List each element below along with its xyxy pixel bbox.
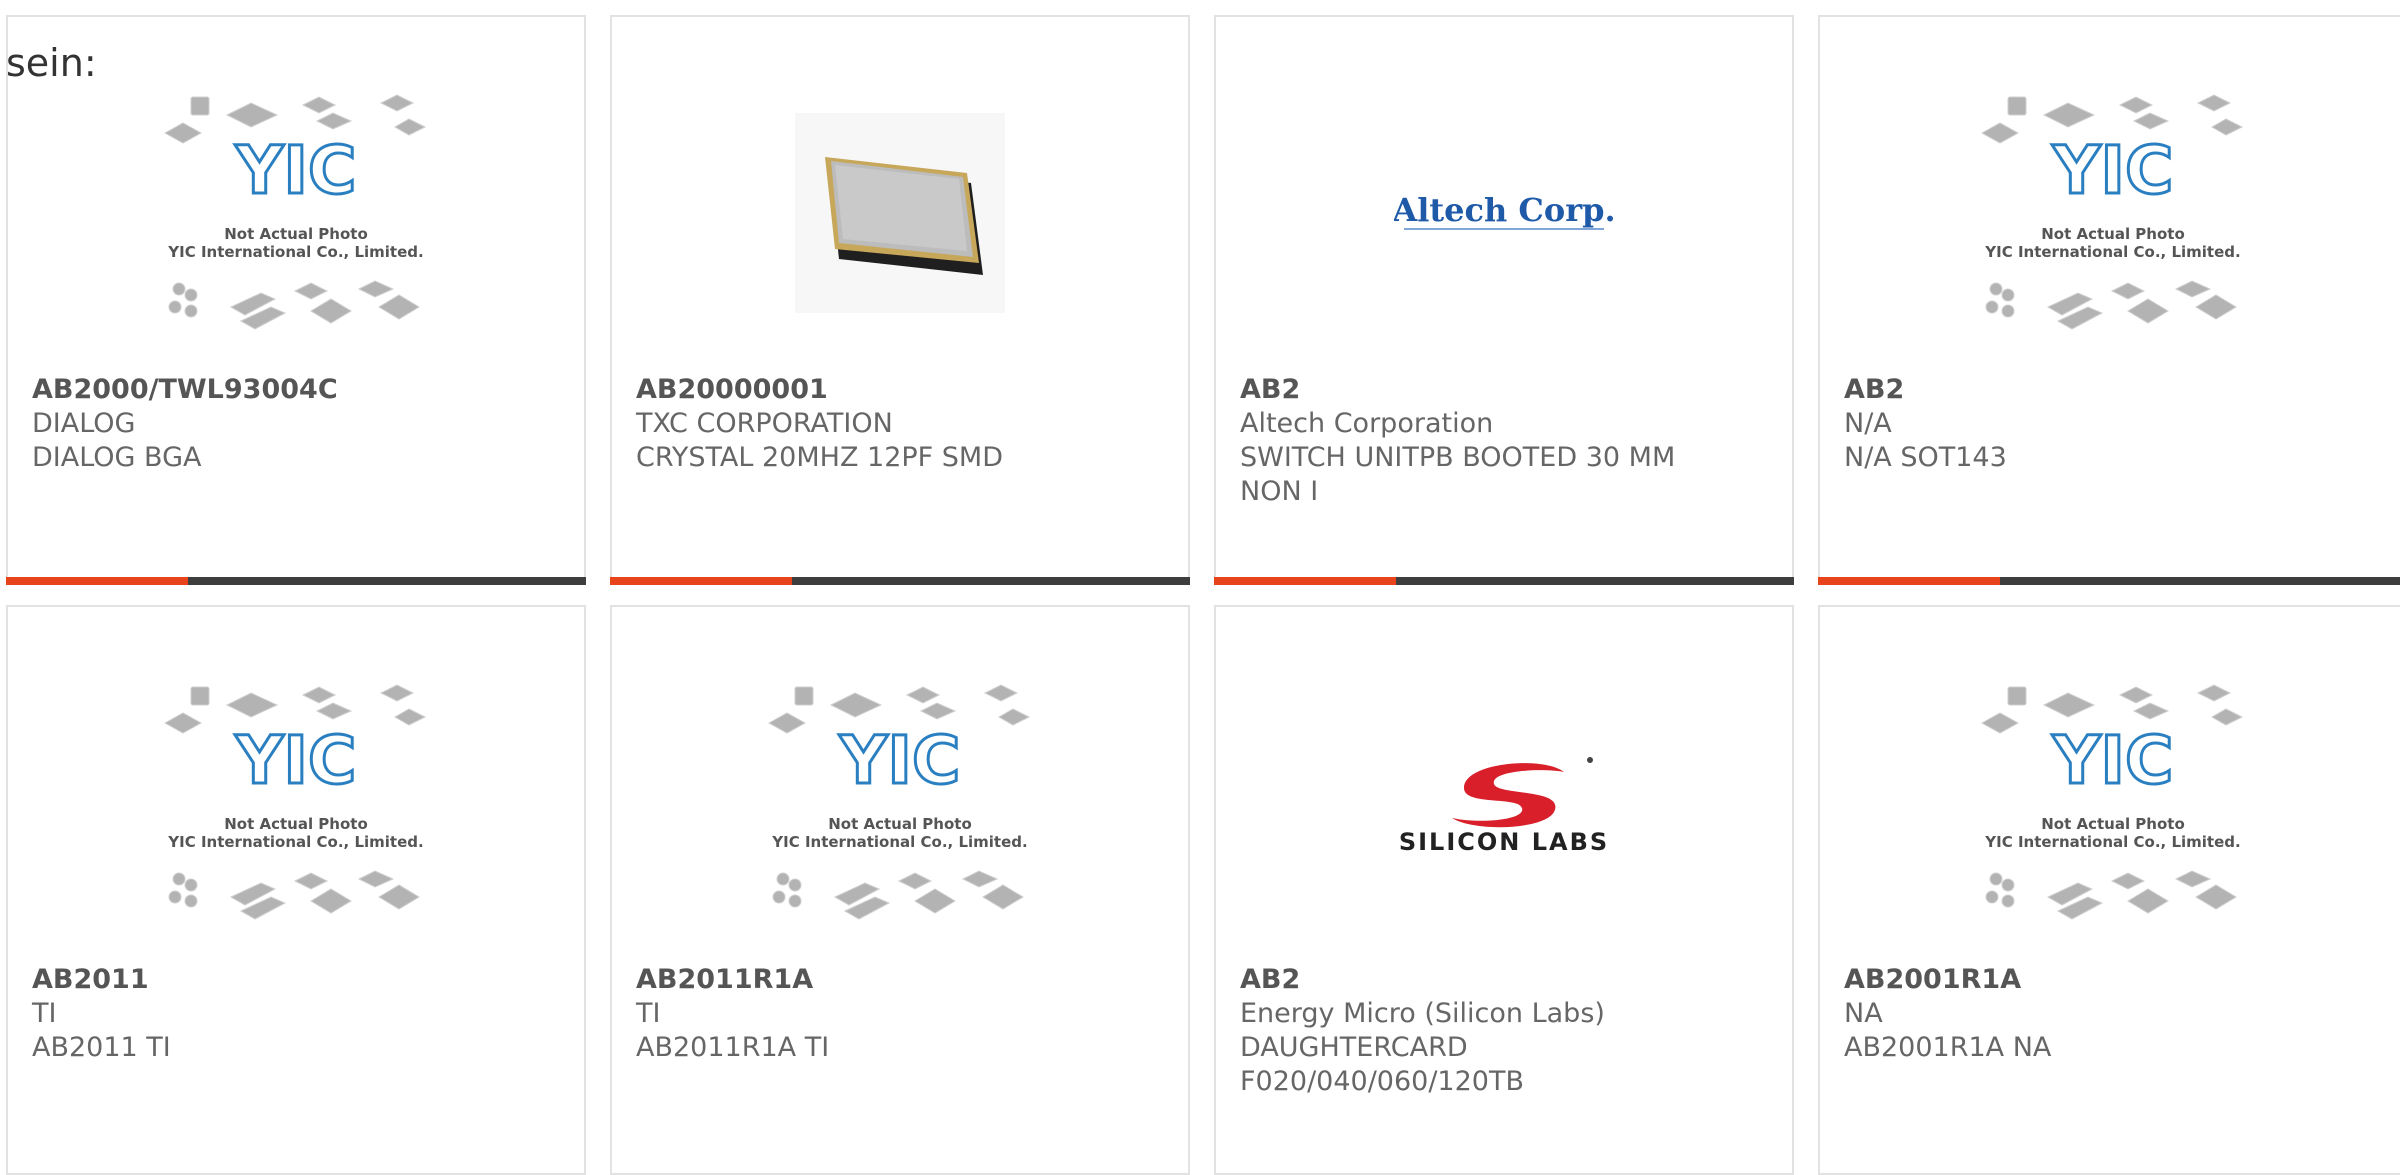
part-number[interactable]: AB2: [1240, 963, 1780, 997]
svg-text:Not Actual Photo: Not Actual Photo: [2041, 225, 2185, 243]
manufacturer: Altech Corporation: [1240, 408, 1494, 439]
product-image: SILICON LABS: [1216, 653, 1792, 953]
product-card[interactable]: AB20000001 TXC CORPORATION CRYSTAL 20MHZ…: [610, 15, 1190, 585]
svg-text:Not Actual Photo: Not Actual Photo: [828, 815, 972, 833]
card-bottom-bar: [6, 577, 586, 585]
product-card[interactable]: SILICON LABS AB2 Energy Micro (Silicon L…: [1214, 605, 1794, 1175]
svg-text:Altech Corp.: Altech Corp.: [1394, 191, 1614, 229]
description: N/A SOT143: [1844, 442, 2007, 473]
svg-text:Not Actual Photo: Not Actual Photo: [2041, 815, 2185, 833]
svg-text:YIC International Co., Limited: YIC International Co., Limited.: [1984, 833, 2240, 851]
manufacturer: DIALOG: [32, 408, 136, 439]
part-number[interactable]: AB20000001: [636, 373, 1176, 407]
product-card[interactable]: Altech Corp. AB2 Altech Corporation SWIT…: [1214, 15, 1794, 585]
product-card[interactable]: YIC Not Actual Photo YIC International C…: [1818, 605, 2400, 1175]
intro-text: sein:: [6, 41, 97, 85]
product-card[interactable]: YIC Not Actual Photo YIC International C…: [1818, 15, 2400, 585]
svg-text:YIC: YIC: [839, 722, 961, 799]
manufacturer: TI: [636, 998, 661, 1029]
product-image: YIC Not Actual Photo YIC International C…: [8, 63, 584, 363]
svg-text:YIC: YIC: [235, 132, 357, 209]
yic-placeholder-image: YIC Not Actual Photo YIC International C…: [1980, 684, 2244, 920]
yic-placeholder-image: YIC Not Actual Photo YIC International C…: [767, 684, 1031, 920]
altech-logo: Altech Corp.: [1394, 191, 1614, 230]
description: DAUGHTERCARD: [1240, 1032, 1468, 1063]
manufacturer: Energy Micro (Silicon Labs): [1240, 998, 1605, 1029]
product-card[interactable]: YIC Not Actual Photo YIC International C…: [610, 605, 1190, 1175]
accent-bar: [610, 577, 792, 585]
description: CRYSTAL 20MHZ 12PF SMD: [636, 442, 1004, 473]
manufacturer: TI: [32, 998, 57, 1029]
svg-text:YIC International Co., Limited: YIC International Co., Limited.: [771, 833, 1027, 851]
svg-text:SILICON LABS: SILICON LABS: [1399, 828, 1609, 856]
product-card[interactable]: YIC Not Actual Photo YIC International C…: [6, 15, 586, 585]
manufacturer: N/A: [1844, 408, 1892, 439]
crystal-photo: [795, 113, 1005, 313]
accent-bar: [1818, 577, 2000, 585]
manufacturer: TXC CORPORATION: [636, 408, 893, 439]
card-bottom-bar: [1818, 577, 2400, 585]
part-number[interactable]: AB2011: [32, 963, 572, 997]
product-image: Altech Corp.: [1216, 63, 1792, 363]
svg-text:YIC: YIC: [235, 722, 357, 799]
card-bottom-bar: [1214, 577, 1794, 585]
silicon-labs-logo: SILICON LABS: [1399, 757, 1609, 856]
product-image: YIC Not Actual Photo YIC International C…: [612, 653, 1188, 953]
svg-text:YIC International Co., Limited: YIC International Co., Limited.: [1984, 243, 2240, 261]
manufacturer: NA: [1844, 998, 1883, 1029]
svg-text:YIC: YIC: [2052, 722, 2174, 799]
product-image: YIC Not Actual Photo YIC International C…: [1820, 63, 2400, 363]
description: SWITCH UNITPB BOOTED 30 MM: [1240, 442, 1676, 473]
description-continued: F020/040/060/120TB: [1240, 1066, 1524, 1097]
product-image: YIC Not Actual Photo YIC International C…: [8, 653, 584, 953]
svg-text:Not Actual Photo: Not Actual Photo: [224, 815, 368, 833]
description: AB2001R1A NA: [1844, 1032, 2052, 1063]
svg-text:YIC International Co., Limited: YIC International Co., Limited.: [167, 243, 423, 261]
yic-placeholder-image: YIC Not Actual Photo YIC International C…: [163, 94, 427, 330]
product-card[interactable]: YIC Not Actual Photo YIC International C…: [6, 605, 586, 1175]
description: AB2011R1A TI: [636, 1032, 830, 1063]
part-number[interactable]: AB2: [1844, 373, 2394, 407]
product-image: YIC Not Actual Photo YIC International C…: [1820, 653, 2400, 953]
svg-text:Not Actual Photo: Not Actual Photo: [224, 225, 368, 243]
part-number[interactable]: AB2011R1A: [636, 963, 1176, 997]
part-number[interactable]: AB2: [1240, 373, 1780, 407]
description-continued: NON I: [1240, 476, 1319, 507]
description: DIALOG BGA: [32, 442, 202, 473]
svg-text:YIC International Co., Limited: YIC International Co., Limited.: [167, 833, 423, 851]
yic-placeholder-image: YIC Not Actual Photo YIC International C…: [163, 684, 427, 920]
part-number[interactable]: AB2001R1A: [1844, 963, 2394, 997]
yic-placeholder-image: YIC Not Actual Photo YIC International C…: [1980, 94, 2244, 330]
part-number[interactable]: AB2000/TWL93004C: [32, 373, 572, 407]
accent-bar: [1214, 577, 1396, 585]
accent-bar: [6, 577, 188, 585]
card-bottom-bar: [610, 577, 1190, 585]
product-image: [612, 63, 1188, 363]
svg-text:YIC: YIC: [2052, 132, 2174, 209]
description: AB2011 TI: [32, 1032, 171, 1063]
